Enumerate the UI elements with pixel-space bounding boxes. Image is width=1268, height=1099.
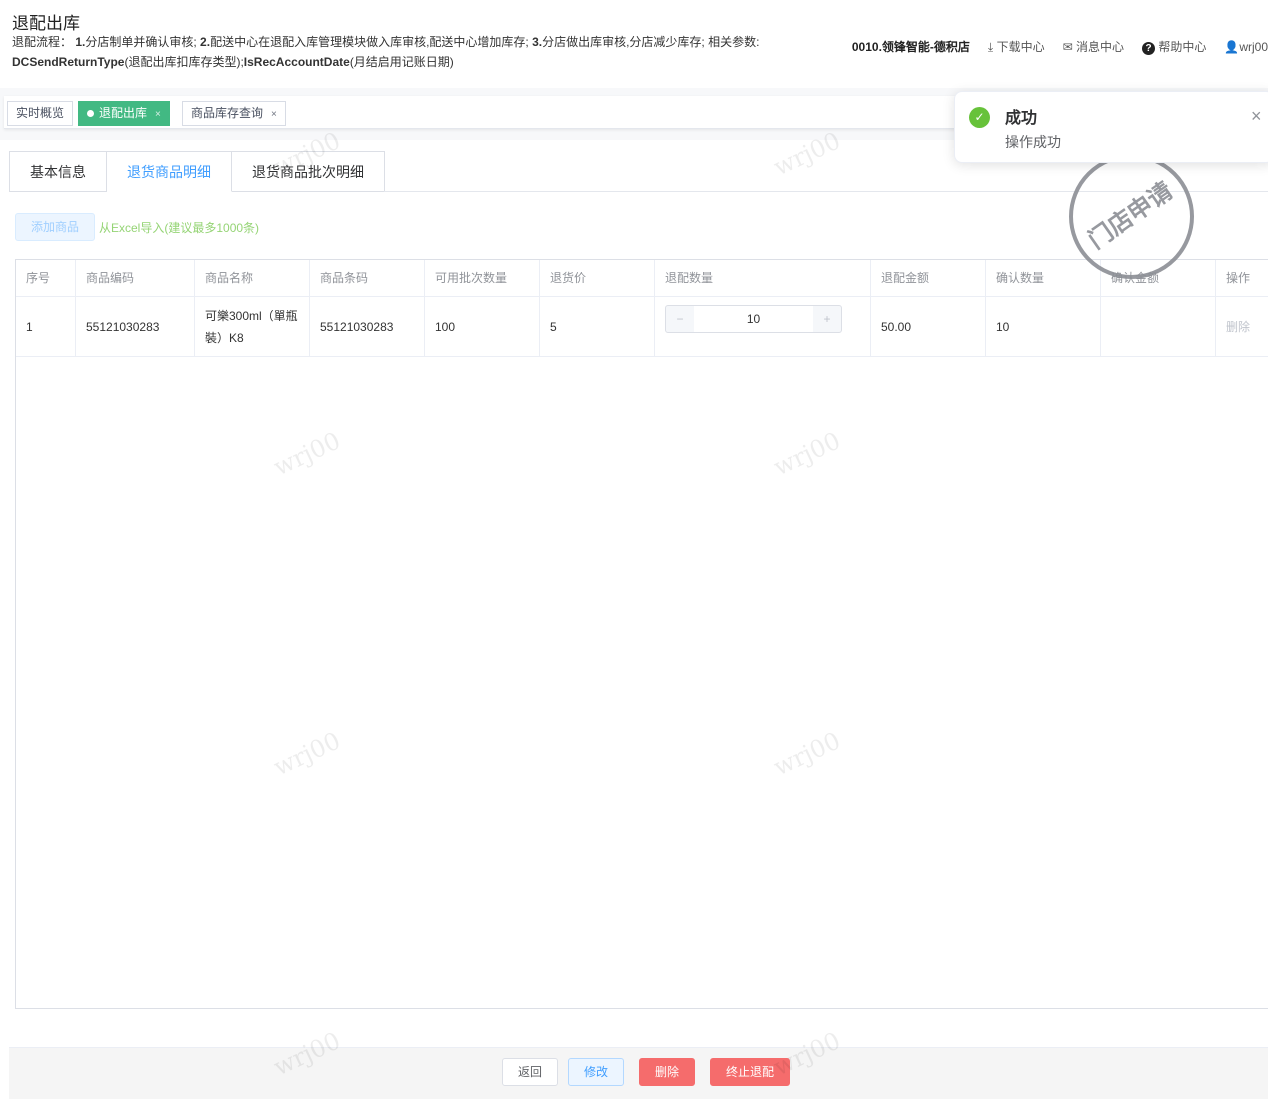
excel-import-link[interactable]: 从Excel导入(建议最多1000条) — [99, 219, 259, 236]
table-row: 1 55121030283 可樂300ml（單瓶裝）K8 55121030283… — [16, 297, 1268, 357]
message-center-link[interactable]: ✉ 消息中心 — [1063, 38, 1124, 55]
items-table: 序号 商品编码 商品名称 商品条码 可用批次数量 退货价 退配数量 退配金额 确… — [15, 259, 1268, 1009]
tag-stock-query[interactable]: 商品库存查询 × — [182, 101, 286, 126]
quantity-stepper[interactable]: −10 + — [665, 304, 842, 333]
page-description: 退配流程： 1.分店制单并确认审核; 2.配送中心在退配入库管理模块做入库审核,… — [12, 35, 760, 69]
col-header: 商品条码 — [310, 260, 425, 296]
close-tag-icon[interactable]: × — [155, 109, 161, 120]
active-dot-icon — [87, 110, 94, 117]
tag-realtime-overview[interactable]: 实时概览 — [7, 101, 74, 126]
cell-code: 55121030283 — [76, 297, 195, 356]
top-nav: 0010.领锋智能-德积店 ⤓ 下载中心 ✉ 消息中心 ? 帮助中心 👤wrj0… — [852, 38, 1268, 55]
download-icon: ⤓ — [987, 40, 994, 54]
cell-qty: −10 + — [655, 297, 871, 356]
plus-icon[interactable]: + — [813, 308, 841, 330]
cell-amount: 50.00 — [871, 297, 986, 356]
delete-button[interactable]: 删除 — [639, 1058, 695, 1086]
quantity-input[interactable]: 10 — [694, 305, 813, 332]
table-header: 序号 商品编码 商品名称 商品条码 可用批次数量 退货价 退配数量 退配金额 确… — [16, 260, 1268, 297]
col-header: 操作 — [1226, 271, 1251, 285]
cell-no: 1 — [16, 297, 76, 356]
close-icon[interactable]: × — [1251, 106, 1262, 127]
col-header: 序号 — [16, 260, 76, 296]
user-icon: 👤 — [1224, 39, 1240, 54]
col-header: 商品编码 — [76, 260, 195, 296]
page-title: 退配出库 — [12, 14, 80, 33]
col-header: 商品名称 — [195, 260, 310, 296]
detail-tabs: 基本信息 退货商品明细 退货商品批次明细 — [9, 151, 385, 192]
mail-icon: ✉ — [1062, 40, 1073, 54]
tab-basic-info[interactable]: 基本信息 — [9, 151, 107, 192]
col-header: 确认数量 — [986, 260, 1101, 296]
add-item-button[interactable]: 添加商品 — [15, 213, 95, 241]
stop-return-button[interactable]: 终止退配 — [710, 1058, 790, 1086]
edit-button[interactable]: 修改 — [568, 1058, 624, 1086]
store-name[interactable]: 0010.领锋智能-德积店 — [852, 38, 970, 55]
cell-confirm-qty: 10 — [986, 297, 1101, 356]
notification-message: 操作成功 — [1005, 134, 1061, 150]
close-tag-icon[interactable]: × — [271, 109, 277, 120]
help-icon: ? — [1142, 42, 1155, 55]
col-header: 退货价 — [540, 260, 655, 296]
col-header: 退配金额 — [871, 260, 986, 296]
delete-row-link[interactable]: 删除 — [1216, 297, 1268, 356]
col-header: 可用批次数量 — [425, 260, 540, 296]
notification-title: 成功 — [1005, 110, 1038, 127]
cell-batch-qty: 100 — [425, 297, 540, 356]
tag-return-outbound[interactable]: 退配出库 × — [78, 101, 170, 126]
col-header: 退配数量 — [655, 260, 871, 296]
help-center-link[interactable]: ? 帮助中心 — [1142, 38, 1206, 55]
tab-return-batches[interactable]: 退货商品批次明细 — [232, 151, 385, 192]
cell-price: 5 — [540, 297, 655, 356]
success-notification: ✓ 成功 操作成功 × — [954, 91, 1268, 163]
cell-confirm-amount — [1101, 297, 1216, 356]
success-check-icon: ✓ — [969, 107, 990, 128]
store-request-stamp: 门店申请 — [1069, 154, 1194, 279]
tab-return-items[interactable]: 退货商品明细 — [107, 151, 232, 192]
minus-icon[interactable]: − — [666, 308, 694, 330]
back-button[interactable]: 返回 — [502, 1058, 558, 1086]
download-center-link[interactable]: ⤓ 下载中心 — [988, 38, 1045, 55]
cell-barcode: 55121030283 — [310, 297, 425, 356]
user-menu[interactable]: 👤wrj00 — [1224, 40, 1268, 54]
cell-name: 可樂300ml（單瓶裝）K8 — [195, 297, 310, 356]
